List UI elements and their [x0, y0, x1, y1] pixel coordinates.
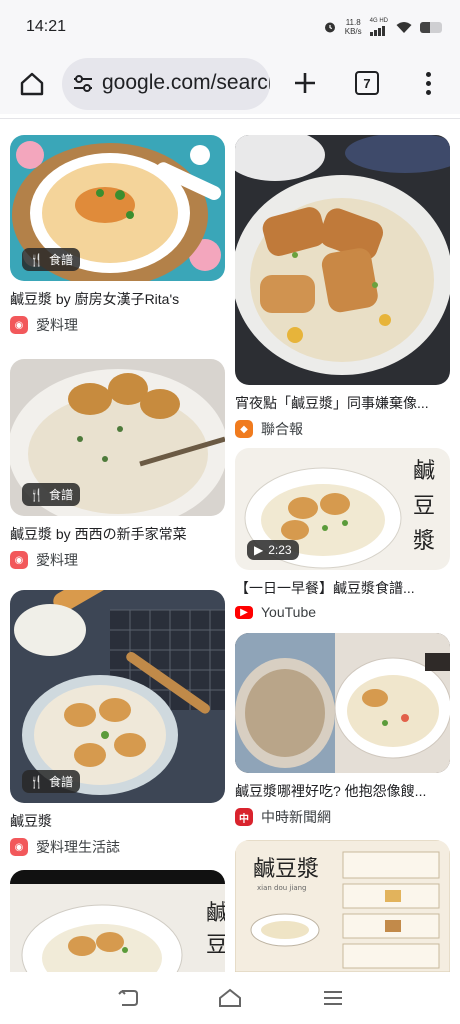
- browser-toolbar: google.com/search 7: [0, 54, 460, 114]
- network-speed: 11.8 KB/s: [345, 18, 362, 36]
- svg-text:鹹: 鹹: [413, 459, 435, 484]
- back-button[interactable]: [113, 984, 143, 1012]
- result-card[interactable]: 🍴 食譜 鹹豆漿 by 廚房女漢子Rita's ◉ 愛料理: [10, 135, 225, 335]
- result-image[interactable]: 🍴 食譜: [10, 135, 225, 281]
- result-card[interactable]: 🍴 食譜 鹹豆漿 by 西西の新手家常菜 ◉ 愛料理: [10, 359, 225, 570]
- url-text: google.com/search: [102, 71, 270, 94]
- recipe-badge: 🍴 食譜: [22, 483, 80, 506]
- result-title[interactable]: 宵夜點「鹹豆漿」同事嫌棄像...: [235, 393, 450, 413]
- result-card[interactable]: 鹹 豆 漿 ▶ 2:23 【一日一早餐】鹹豆漿食譜... ▶ YouTube: [235, 448, 450, 620]
- new-tab-button[interactable]: [288, 66, 322, 100]
- fork-knife-icon: 🍴: [29, 487, 44, 502]
- result-image[interactable]: 鹹 豆: [10, 870, 225, 972]
- wifi-icon: [396, 21, 412, 33]
- calligraphy-text: 鹹: [206, 901, 225, 926]
- address-bar[interactable]: google.com/search: [62, 58, 270, 110]
- result-image[interactable]: 鹹豆漿 xian dou jiang: [235, 840, 450, 972]
- chinatimes-icon: 中: [235, 808, 253, 826]
- result-source[interactable]: ◉ 愛料理: [10, 315, 225, 335]
- fork-knife-icon: 🍴: [29, 252, 44, 267]
- poster-title: 鹹豆漿: [253, 857, 319, 882]
- tab-switcher-button[interactable]: 7: [352, 68, 382, 98]
- result-source[interactable]: ◆ 聯合報: [235, 419, 450, 439]
- video-duration-badge: ▶ 2:23: [247, 540, 299, 560]
- source-name: 愛料理生活誌: [36, 839, 120, 855]
- result-image[interactable]: 🍴 食譜: [10, 359, 225, 516]
- recents-button[interactable]: [318, 984, 348, 1012]
- back-icon: [118, 990, 138, 1006]
- play-icon: ▶: [254, 543, 264, 557]
- network-speed-unit: KB/s: [344, 27, 362, 36]
- svg-text:xian dou jiang: xian dou jiang: [257, 884, 307, 892]
- result-card[interactable]: 🍴 食譜 鹹豆漿 ◉ 愛料理生活誌: [10, 590, 225, 857]
- cell-signal-icon: 4G HD: [369, 18, 388, 36]
- home-button[interactable]: [14, 66, 50, 102]
- aifood-icon: ◉: [10, 838, 28, 856]
- result-image[interactable]: 鹹 豆 漿 ▶ 2:23: [235, 448, 450, 570]
- system-navigation-bar: [0, 972, 460, 1024]
- status-bar: 14:21 11.8 KB/s 4G HD: [0, 0, 460, 54]
- result-title[interactable]: 【一日一早餐】鹹豆漿食譜...: [235, 578, 450, 598]
- status-icons: 11.8 KB/s 4G HD: [323, 18, 442, 36]
- svg-text:漿: 漿: [413, 529, 435, 554]
- result-source[interactable]: ◉ 愛料理: [10, 550, 225, 570]
- recipe-badge: 🍴 食譜: [22, 770, 80, 793]
- alarm-icon: [324, 22, 335, 33]
- udn-icon: ◆: [235, 420, 253, 438]
- source-name: 愛料理: [36, 552, 78, 568]
- fork-knife-icon: 🍴: [29, 774, 44, 789]
- overflow-menu-button[interactable]: [416, 68, 440, 98]
- result-card[interactable]: 鹹豆漿 xian dou jiang: [235, 840, 450, 972]
- result-title[interactable]: 鹹豆漿: [10, 811, 225, 831]
- result-title[interactable]: 鹹豆漿 by 西西の新手家常菜: [10, 524, 225, 544]
- result-image[interactable]: 🍴 食譜: [10, 590, 225, 803]
- result-card[interactable]: 鹹豆漿哪裡好吃? 他抱怨像餿... 中 中時新聞網: [235, 633, 450, 827]
- result-image[interactable]: [235, 135, 450, 385]
- source-name: 中時新聞網: [261, 809, 331, 825]
- result-image[interactable]: [235, 633, 450, 773]
- home-nav-icon: [219, 988, 241, 1007]
- network-speed-value: 11.8: [345, 18, 361, 27]
- aifood-icon: ◉: [10, 551, 28, 569]
- network-type: 4G HD: [369, 18, 388, 24]
- status-time: 14:21: [26, 18, 67, 35]
- site-settings-icon[interactable]: [72, 74, 94, 94]
- source-name: 聯合報: [261, 421, 303, 437]
- result-card[interactable]: 鹹 豆: [10, 870, 225, 972]
- svg-text:豆: 豆: [206, 933, 225, 958]
- result-title[interactable]: 鹹豆漿 by 廚房女漢子Rita's: [10, 289, 225, 309]
- tab-count: 7: [355, 71, 379, 95]
- toolbar-divider: [0, 118, 460, 119]
- plus-icon: [295, 73, 315, 93]
- result-source[interactable]: 中 中時新聞網: [235, 807, 450, 827]
- aifood-icon: ◉: [10, 316, 28, 334]
- result-title[interactable]: 鹹豆漿哪裡好吃? 他抱怨像餿...: [235, 781, 450, 801]
- home-nav-button[interactable]: [215, 984, 245, 1012]
- svg-text:豆: 豆: [413, 494, 435, 519]
- youtube-icon: ▶: [235, 605, 253, 619]
- home-icon: [20, 72, 44, 96]
- result-source[interactable]: ▶ YouTube: [235, 604, 450, 620]
- result-card[interactable]: 宵夜點「鹹豆漿」同事嫌棄像... ◆ 聯合報: [235, 135, 450, 439]
- result-source[interactable]: ◉ 愛料理生活誌: [10, 837, 225, 857]
- recipe-badge: 🍴 食譜: [22, 248, 80, 271]
- source-name: YouTube: [261, 604, 317, 620]
- menu-lines-icon: [324, 991, 342, 1005]
- source-name: 愛料理: [36, 317, 78, 333]
- battery-icon: [420, 21, 442, 33]
